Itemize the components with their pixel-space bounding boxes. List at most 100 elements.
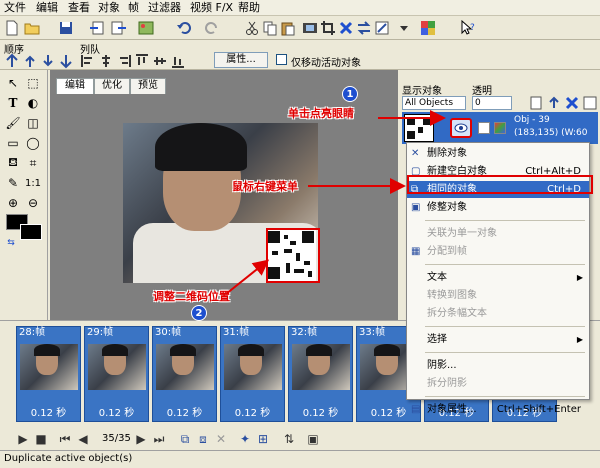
- context-menu-item-12[interactable]: ▤ 对象属性... Ctrl+Shift+Enter: [407, 401, 589, 418]
- swap-colors-icon[interactable]: ⇆: [2, 234, 20, 252]
- timeline-frame[interactable]: 28:帧 0.12 秒: [16, 326, 81, 422]
- delete-x-icon[interactable]: [338, 20, 354, 36]
- zoom-out-icon[interactable]: ⊖: [24, 194, 42, 212]
- context-menu-item-3[interactable]: ▣ 修整对象: [407, 199, 589, 216]
- crop-icon[interactable]: [320, 20, 336, 36]
- duplicate-frame-icon[interactable]: ⧈: [194, 430, 212, 448]
- align-center-icon[interactable]: [98, 53, 114, 69]
- delete-frame-icon: ✕: [215, 432, 227, 446]
- ellipse-icon[interactable]: ◯: [24, 134, 42, 152]
- bring-to-top-icon[interactable]: [4, 53, 20, 69]
- eyedropper-icon[interactable]: ✎: [4, 174, 22, 192]
- cut-icon[interactable]: [244, 20, 260, 36]
- lock-toggle[interactable]: [478, 122, 490, 134]
- menu-item-icon: ▣: [411, 202, 421, 213]
- play-icon[interactable]: ▶: [14, 430, 32, 448]
- banner-text-icon[interactable]: ⊞: [254, 430, 272, 448]
- align-middle-icon[interactable]: [152, 53, 168, 69]
- svg-text:?: ?: [470, 23, 475, 33]
- save-icon[interactable]: [58, 20, 74, 36]
- copy-icon[interactable]: [262, 20, 278, 36]
- timeline-frame[interactable]: 29:帧 0.12 秒: [84, 326, 149, 422]
- frame-delay[interactable]: 0.12 秒: [153, 404, 216, 419]
- eraser-icon[interactable]: ◫: [24, 114, 42, 132]
- context-menu-item-9[interactable]: 选择 ▶: [407, 331, 589, 348]
- frame-thumbnail: [156, 344, 214, 390]
- object-up-icon[interactable]: [546, 95, 562, 111]
- insert-frame-icon[interactable]: [90, 20, 106, 36]
- context-menu-item-6[interactable]: 文本 ▶: [407, 269, 589, 286]
- timeline-frame[interactable]: 32:帧 0.12 秒: [288, 326, 353, 422]
- object-settings-icon[interactable]: [582, 95, 598, 111]
- menu-object[interactable]: 对象: [98, 1, 120, 15]
- display-objects-select[interactable]: All Objects: [402, 96, 466, 110]
- text-tool-icon[interactable]: T: [4, 94, 22, 112]
- delete-object-icon[interactable]: [564, 95, 580, 111]
- prev-frame-icon[interactable]: ◀: [74, 430, 92, 448]
- last-frame-icon[interactable]: ⏭: [150, 430, 168, 448]
- open-folder-icon[interactable]: [24, 20, 40, 36]
- menu-filter[interactable]: 过滤器: [148, 1, 181, 15]
- tab-preview[interactable]: 预览: [130, 78, 166, 94]
- new-file-icon[interactable]: [4, 20, 20, 36]
- crop-tool-icon[interactable]: ⌗: [24, 154, 42, 172]
- menu-video-fx[interactable]: 视频 F/X: [190, 1, 233, 15]
- palette-icon[interactable]: [420, 20, 436, 36]
- marquee-icon[interactable]: ⬚: [24, 74, 42, 92]
- menu-frame[interactable]: 帧: [128, 1, 139, 15]
- menu-help[interactable]: 帮助: [238, 1, 260, 15]
- actual-size-icon[interactable]: 1:1: [24, 174, 42, 192]
- zoom-in-icon[interactable]: ⊕: [4, 194, 22, 212]
- frame-delay[interactable]: 0.12 秒: [17, 404, 80, 419]
- move-down-icon[interactable]: [40, 53, 56, 69]
- dropdown-arrow-icon[interactable]: [396, 20, 412, 36]
- next-frame-icon[interactable]: ▶: [132, 430, 150, 448]
- frame-props-icon[interactable]: ▣: [304, 430, 322, 448]
- menu-file[interactable]: 文件: [4, 1, 26, 15]
- stop-icon[interactable]: ■: [32, 430, 50, 448]
- display-objects-label: 显示对象: [402, 86, 442, 97]
- object-row-39[interactable]: Obj - 39 (183,135) (W:60: [402, 112, 598, 144]
- reverse-icon[interactable]: [356, 20, 372, 36]
- undo-icon[interactable]: [176, 20, 192, 36]
- tab-optimize[interactable]: 优化: [94, 78, 130, 94]
- move-only-active-checkbox[interactable]: [276, 54, 287, 65]
- frame-delay[interactable]: 0.12 秒: [221, 404, 284, 419]
- properties-button[interactable]: 属性...: [214, 52, 268, 68]
- timeline-frame[interactable]: 31:帧 0.12 秒: [220, 326, 285, 422]
- fill-bucket-icon[interactable]: ⛾: [4, 154, 22, 172]
- first-frame-icon[interactable]: ⏮: [56, 430, 74, 448]
- timeline-frame[interactable]: 30:帧 0.12 秒: [152, 326, 217, 422]
- menu-edit[interactable]: 编辑: [36, 1, 58, 15]
- frame-delay[interactable]: 0.12 秒: [85, 404, 148, 419]
- resize-icon[interactable]: [374, 20, 390, 36]
- visibility-eye-toggle[interactable]: [450, 118, 472, 138]
- tab-edit[interactable]: 编辑: [56, 78, 94, 94]
- menu-view[interactable]: 查看: [68, 1, 90, 15]
- image-icon[interactable]: [138, 20, 154, 36]
- move-up-icon[interactable]: [22, 53, 38, 69]
- align-bottom-icon[interactable]: [170, 53, 186, 69]
- export-icon[interactable]: [110, 20, 126, 36]
- background-color-swatch[interactable]: [20, 224, 42, 240]
- context-menu-item-0[interactable]: ✕ 删除对象: [407, 145, 589, 162]
- help-cursor-icon[interactable]: ?: [460, 20, 476, 36]
- align-top-icon[interactable]: [134, 53, 150, 69]
- select-arrow-icon[interactable]: ↖: [4, 74, 22, 92]
- brush-icon[interactable]: 🖌: [4, 114, 22, 132]
- context-menu-item-10[interactable]: 阴影...: [407, 357, 589, 374]
- motion-tool-icon[interactable]: ◐: [24, 94, 42, 112]
- paste-icon[interactable]: [280, 20, 296, 36]
- align-right-icon[interactable]: [116, 53, 132, 69]
- opacity-input[interactable]: 0: [472, 96, 512, 110]
- rectangle-icon[interactable]: ▭: [4, 134, 22, 152]
- tween-icon[interactable]: ✦: [236, 430, 254, 448]
- frame-delay[interactable]: 0.12 秒: [289, 404, 352, 419]
- flip-icon[interactable]: ⇅: [280, 430, 298, 448]
- film-frames-icon[interactable]: [302, 20, 318, 36]
- send-to-bottom-icon[interactable]: [58, 53, 74, 69]
- new-object-icon[interactable]: [528, 95, 544, 111]
- color-mode-icon[interactable]: [494, 122, 506, 134]
- align-left-icon[interactable]: [80, 53, 96, 69]
- add-frame-icon[interactable]: ⧉: [176, 430, 194, 448]
